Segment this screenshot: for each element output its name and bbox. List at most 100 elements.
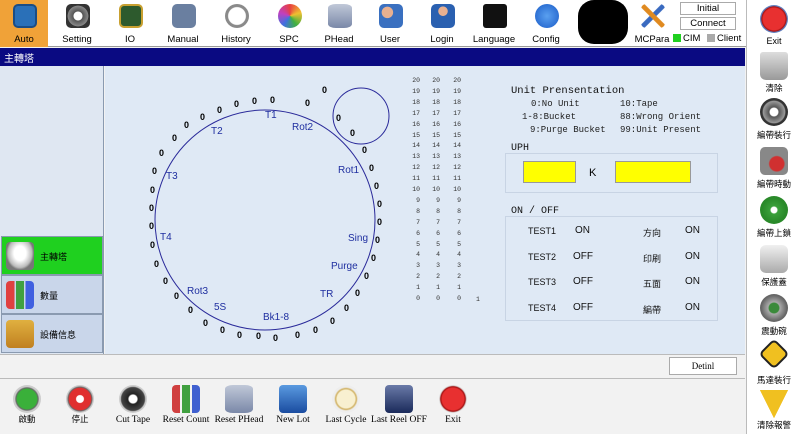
column-value: 18 (412, 98, 420, 106)
station-count: 0 (377, 217, 383, 227)
station-count: 0 (369, 163, 375, 173)
station-label: T1 (265, 110, 277, 121)
gear-icon (66, 4, 90, 28)
right-menu-tape-gear[interactable]: 編帶時動 (747, 145, 800, 191)
column-value: 11 (412, 175, 420, 183)
right-menu-tape-lock[interactable]: 編帶上鎖 (747, 194, 800, 240)
new-lot-button[interactable]: New Lot (268, 383, 318, 433)
column-value: 4 (457, 251, 461, 259)
reset-count-button[interactable]: Reset Count (161, 383, 211, 433)
station-label: T3 (166, 171, 178, 182)
column-value: 4 (416, 251, 420, 259)
trash-icon (760, 52, 788, 80)
toolbar-label: Config (532, 34, 560, 45)
column-value: 17 (432, 109, 440, 117)
toolbar-mcpara-button[interactable]: MCPara (628, 0, 676, 47)
column-value: 15 (432, 131, 440, 139)
detail-button[interactable]: Detinl (669, 357, 737, 375)
station-count: 0 (336, 113, 342, 123)
station-count: 0 (152, 166, 158, 176)
onoff-value: OFF (573, 302, 593, 313)
station-label: TR (320, 289, 334, 300)
column-value: 14 (412, 142, 420, 150)
initial-button[interactable]: Initial (680, 2, 736, 15)
cut-tape-button[interactable]: Cut Tape (108, 383, 158, 433)
left-menu-turret[interactable]: 主轉塔 (1, 236, 103, 275)
toolbar-setting-button[interactable]: Setting (53, 0, 101, 47)
exit-label: Exit (766, 36, 782, 46)
cim-label: CIM (683, 33, 701, 44)
column-value: 5 (416, 240, 420, 248)
connect-button[interactable]: Connect (680, 17, 736, 30)
exit-icon (760, 5, 788, 33)
toolbar-login-button[interactable]: Login (418, 0, 466, 47)
column-value: 8 (436, 207, 440, 215)
station-label: T2 (211, 126, 223, 137)
tape-gear-icon (760, 147, 788, 175)
bottom-exit-button[interactable]: Exit (428, 383, 478, 433)
stop-icon (66, 385, 94, 413)
toolbar-spc-button[interactable]: SPC (265, 0, 313, 47)
left-menu-equipment-info[interactable]: 設備信息 (1, 314, 103, 353)
unit-presentation-title: Unit Prensentation (511, 85, 625, 97)
column-value: 14 (432, 142, 440, 150)
toolbar-language-button[interactable]: Language (470, 0, 518, 47)
column-value: 3 (436, 262, 440, 270)
column-value: 1 (436, 284, 440, 292)
column-value: 13 (432, 153, 440, 161)
column-value: 6 (457, 229, 461, 237)
column-value: 18 (432, 98, 440, 106)
toolbar-user-button[interactable]: User (366, 0, 414, 47)
page-title: 主轉塔 (4, 54, 34, 65)
client-indicator (707, 34, 715, 42)
station-count: 0 (371, 253, 377, 263)
right-menu-clear[interactable]: 清除 (747, 50, 800, 94)
right-menu-motor[interactable]: 馬達裝行 (747, 338, 800, 387)
station-count: 0 (154, 259, 160, 269)
left-menu-label: 設備信息 (40, 331, 77, 341)
toolbar-manual-button[interactable]: Manual (159, 0, 207, 47)
station-count: 0 (237, 330, 243, 340)
station-count: 0 (203, 318, 209, 328)
station-label: Rot2 (292, 122, 314, 133)
scissors-icon (119, 385, 147, 413)
last-reel-off-button[interactable]: Last Reel OFF (371, 383, 427, 433)
toolbar-history-button[interactable]: History (212, 0, 260, 47)
bottom-menu-label: Exit (445, 415, 461, 425)
start-button[interactable]: 啟動 (2, 383, 52, 433)
bottom-menu-label: Reset PHead (214, 415, 264, 425)
station-count: 0 (305, 98, 311, 108)
left-menu-quantity[interactable]: 數量 (1, 275, 103, 314)
right-menu-cover[interactable]: 保護蓋 (747, 243, 800, 289)
left-menu-label: 數量 (40, 292, 59, 302)
station-count: 0 (330, 316, 336, 326)
stop-button[interactable]: 停止 (55, 383, 105, 433)
column-value: 8 (457, 207, 461, 215)
monitor-icon (13, 4, 37, 28)
exit-button[interactable]: Exit (747, 3, 800, 49)
right-menu-clear-alarm[interactable]: 清除報警 (747, 390, 800, 434)
column-value: 9 (457, 196, 461, 204)
onoff-value: OFF (573, 276, 593, 287)
reset-phead-button[interactable]: Reset PHead (214, 383, 264, 433)
onoff-name: TEST4 (528, 303, 557, 313)
column-value: 20 (412, 77, 420, 84)
right-menu-label: 保護蓋 (761, 278, 787, 288)
column-value: 17 (412, 109, 420, 117)
toolbar-phead-button[interactable]: PHead (315, 0, 363, 47)
toolbar-io-button[interactable]: IO (106, 0, 154, 47)
last-cycle-button[interactable]: Last Cycle (321, 383, 371, 433)
toolbar-config-button[interactable]: Config (522, 0, 570, 47)
station-count: 0 (163, 276, 169, 286)
onoff-name: TEST1 (528, 226, 557, 236)
toolbar-auto-button[interactable]: Auto (0, 0, 48, 47)
clear-alarm-icon (760, 390, 788, 418)
right-menu-vibration-bowl[interactable]: 震動碗 (747, 292, 800, 338)
right-menu-tape-reel[interactable]: 編帶裝行 (747, 96, 800, 142)
column-value: 19 (453, 87, 461, 95)
unit-legend-item: 99:Unit Present (620, 125, 702, 135)
play-icon (13, 385, 41, 413)
unit-legend-item: 0:No Unit (531, 99, 580, 109)
station-label: Sing (348, 233, 369, 244)
column-value: 11 (432, 175, 440, 183)
